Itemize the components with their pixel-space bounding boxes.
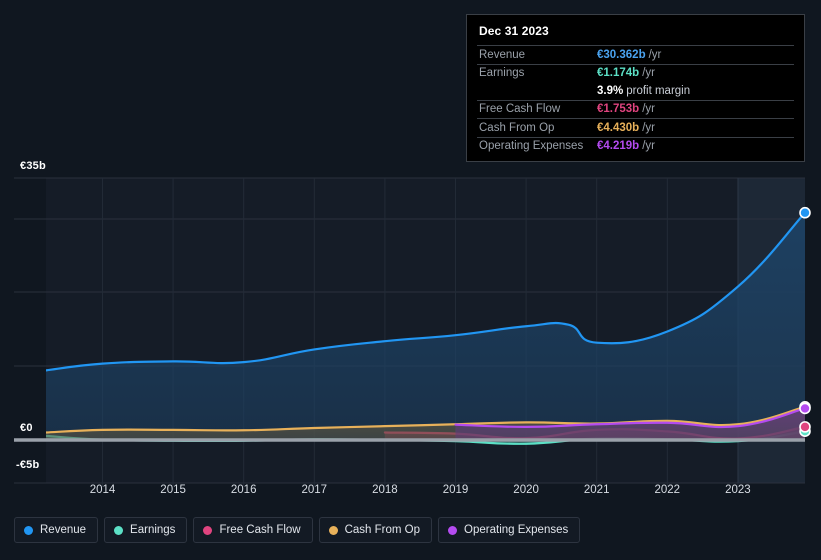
legend-color-dot-icon — [24, 525, 33, 535]
tooltip-row-key: Free Cash Flow — [479, 103, 561, 116]
tooltip-row-value: €4.430b — [597, 121, 640, 134]
tooltip-row-value: €1.753b — [597, 103, 640, 116]
tooltip-row: Cash From Op €4.430b/yr — [477, 118, 794, 137]
series-endpoint-marker — [799, 421, 811, 433]
series-endpoint-marker — [799, 402, 811, 415]
x-axis-tick-label: 2022 — [654, 484, 681, 496]
x-axis-tick-label: 2021 — [583, 484, 610, 496]
tooltip-row-key: Earnings — [479, 67, 525, 80]
legend-item-operating-expenses[interactable]: Operating Expenses — [438, 517, 581, 543]
tooltip-row-value: €4.219b — [597, 140, 640, 153]
tooltip-row-unit: /yr — [642, 67, 655, 80]
x-axis-tick-label: 2020 — [513, 484, 539, 496]
legend-item-label: Operating Expenses — [464, 524, 569, 536]
x-axis-tick-label: 2019 — [442, 484, 469, 496]
tooltip-row-value: 3.9% — [597, 84, 624, 97]
legend-item-free-cash-flow[interactable]: Free Cash Flow — [193, 517, 313, 543]
tooltip-row: Earnings €1.174b/yr — [477, 63, 794, 83]
legend-color-dot-icon — [448, 525, 458, 535]
legend-item-label: Earnings — [130, 524, 176, 536]
tooltip-row-value-wrap: €1.753b/yr — [597, 103, 655, 115]
tooltip-row-value-wrap: €30.362b/yr — [597, 49, 661, 61]
tooltip-row: Operating Expenses €4.219b/yr — [477, 136, 794, 156]
legend-item-revenue[interactable]: Revenue — [14, 517, 99, 543]
y-axis-tick-label: €0 — [20, 422, 33, 434]
tooltip-row: 3.9% profit margin — [477, 82, 794, 100]
legend-item-label: Revenue — [40, 524, 87, 536]
tooltip-row-unit: /yr — [648, 48, 662, 61]
tooltip-row-value-wrap: €4.219b/yr — [597, 140, 655, 152]
y-axis-tick-label: €35b — [20, 160, 46, 172]
series-endpoint-marker — [799, 206, 811, 219]
tooltip-row: Revenue €30.362b/yr — [477, 45, 794, 64]
chart-tooltip: Dec 31 2023 Revenue €30.362b/yr Earnings €1… — [466, 14, 805, 162]
tooltip-row-value: €1.174b — [597, 67, 640, 80]
tooltip-rows: Revenue €30.362b/yr Earnings €1.174b/yr 3.9%… — [477, 45, 794, 155]
legend-color-dot-icon — [328, 525, 338, 535]
legend-item-cash-from-op[interactable]: Cash From Op — [318, 517, 433, 543]
tooltip-row-key: Operating Expenses — [479, 140, 584, 153]
tooltip-row-value: €30.362b — [597, 48, 646, 61]
x-axis-tick-label: 2015 — [160, 484, 186, 496]
chart-legend: Revenue Earnings Free Cash Flow Cash From O… — [14, 517, 581, 543]
tooltip-row-unit: /yr — [642, 121, 655, 134]
tooltip-date: Dec 31 2023 — [479, 24, 549, 38]
tooltip-row-unit: /yr — [642, 103, 655, 116]
legend-item-label: Cash From Op — [344, 524, 421, 536]
x-axis-tick-label: 2014 — [89, 484, 116, 496]
tooltip-row-value-wrap: €4.430b/yr — [597, 122, 655, 134]
tooltip-row-value-wrap: 3.9% profit margin — [597, 85, 690, 97]
tooltip-row-key: Cash From Op — [479, 121, 555, 134]
y-axis-tick-label: -€5b — [16, 459, 40, 471]
legend-item-earnings[interactable]: Earnings — [104, 517, 188, 543]
tooltip-profit-margin-label: profit margin — [626, 84, 691, 97]
legend-color-dot-icon — [203, 525, 213, 535]
legend-item-label: Free Cash Flow — [219, 524, 301, 536]
x-axis-tick-label: 2018 — [372, 484, 398, 496]
tooltip-row-value-wrap: €1.174b/yr — [597, 67, 655, 79]
legend-color-dot-icon — [114, 525, 124, 535]
tooltip-row: Free Cash Flow €1.753b/yr — [477, 99, 794, 119]
x-axis-tick-label: 2017 — [301, 484, 328, 496]
x-axis-tick-label: 2016 — [230, 484, 257, 496]
tooltip-row-key: Revenue — [479, 48, 526, 61]
tooltip-row-unit: /yr — [642, 140, 655, 153]
x-axis-tick-label: 2023 — [725, 484, 751, 496]
